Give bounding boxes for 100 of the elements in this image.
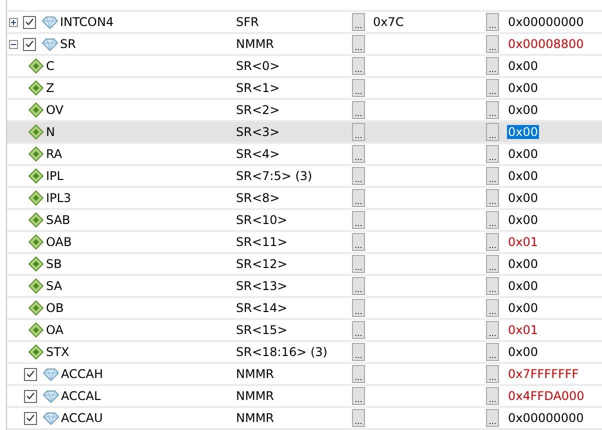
edit-button[interactable]: ... bbox=[486, 255, 499, 273]
diamond-icon bbox=[28, 278, 44, 294]
edit-button[interactable]: ... bbox=[352, 123, 365, 141]
edit-button[interactable]: ... bbox=[352, 79, 365, 97]
edit-button[interactable]: ... bbox=[352, 13, 365, 31]
register-row[interactable]: ACCAH NMMR ... ... 0x7FFFFFFF bbox=[7, 364, 602, 386]
register-type: NMMR bbox=[236, 389, 276, 403]
edit-button[interactable]: ... bbox=[352, 57, 365, 75]
edit-button[interactable]: ... bbox=[486, 277, 499, 295]
edit-button[interactable]: ... bbox=[486, 57, 499, 75]
edit-button[interactable]: ... bbox=[486, 211, 499, 229]
register-value[interactable]: 0x00 bbox=[507, 59, 540, 73]
register-type: SR<11> bbox=[236, 235, 288, 249]
diamond-icon bbox=[28, 212, 44, 228]
register-row[interactable]: IPL3 SR<8> ... ... 0x00 bbox=[7, 188, 602, 210]
edit-button[interactable]: ... bbox=[486, 409, 499, 427]
register-value[interactable]: 0x00000000 bbox=[507, 15, 585, 29]
register-row[interactable]: C SR<0> ... ... 0x00 bbox=[7, 56, 602, 78]
edit-button[interactable]: ... bbox=[352, 277, 365, 295]
register-type: SR<15> bbox=[236, 323, 288, 337]
edit-button[interactable]: ... bbox=[352, 387, 365, 405]
register-value[interactable]: 0x00 bbox=[507, 125, 540, 139]
register-value[interactable]: 0x00 bbox=[507, 103, 540, 117]
register-row[interactable]: OAB SR<11> ... ... 0x01 bbox=[7, 232, 602, 254]
register-row[interactable]: OV SR<2> ... ... 0x00 bbox=[7, 100, 602, 122]
edit-button[interactable]: ... bbox=[352, 343, 365, 361]
edit-button[interactable]: ... bbox=[486, 321, 499, 339]
edit-button[interactable]: ... bbox=[352, 255, 365, 273]
register-value[interactable]: 0x00000000 bbox=[507, 411, 585, 425]
register-row[interactable]: STX SR<18:16> (3) ... ... 0x00 bbox=[7, 342, 602, 364]
register-row[interactable]: RA SR<4> ... ... 0x00 bbox=[7, 144, 602, 166]
register-value[interactable]: 0x00008800 bbox=[507, 37, 585, 51]
register-type: NMMR bbox=[236, 367, 276, 381]
edit-button[interactable]: ... bbox=[486, 299, 499, 317]
register-value[interactable]: 0x00 bbox=[507, 147, 540, 161]
checkbox[interactable] bbox=[23, 38, 36, 50]
register-value[interactable]: 0x00 bbox=[507, 191, 540, 205]
diamond-icon bbox=[28, 256, 44, 272]
edit-button[interactable]: ... bbox=[352, 299, 365, 317]
register-row[interactable]: SA SR<13> ... ... 0x00 bbox=[7, 276, 602, 298]
edit-button[interactable]: ... bbox=[486, 101, 499, 119]
register-value[interactable]: 0x01 bbox=[507, 323, 540, 337]
register-value[interactable]: 0x00 bbox=[507, 301, 540, 315]
register-row[interactable]: N SR<3> ... ... 0x00 bbox=[7, 122, 602, 144]
edit-button[interactable]: ... bbox=[486, 123, 499, 141]
register-row[interactable]: OA SR<15> ... ... 0x01 bbox=[7, 320, 602, 342]
register-value[interactable]: 0x00 bbox=[507, 169, 540, 183]
register-value[interactable]: 0x01 bbox=[507, 235, 540, 249]
edit-button[interactable]: ... bbox=[486, 365, 499, 383]
register-row[interactable]: SAB SR<10> ... ... 0x00 bbox=[7, 210, 602, 232]
checkbox[interactable] bbox=[24, 412, 37, 424]
edit-button[interactable]: ... bbox=[352, 321, 365, 339]
edit-button[interactable]: ... bbox=[352, 189, 365, 207]
checkbox[interactable] bbox=[23, 16, 36, 28]
edit-button[interactable]: ... bbox=[486, 145, 499, 163]
edit-button[interactable]: ... bbox=[352, 409, 365, 427]
edit-button[interactable]: ... bbox=[486, 13, 499, 31]
edit-button[interactable]: ... bbox=[352, 101, 365, 119]
register-value[interactable]: 0x00 bbox=[507, 213, 540, 227]
register-type: SR<7:5> (3) bbox=[236, 169, 314, 183]
edit-button[interactable]: ... bbox=[486, 343, 499, 361]
edit-button[interactable]: ... bbox=[486, 167, 499, 185]
register-row[interactable]: Z SR<1> ... ... 0x00 bbox=[7, 78, 602, 100]
register-row[interactable]: OB SR<14> ... ... 0x00 bbox=[7, 298, 602, 320]
register-value[interactable]: 0x7FFFFFFF bbox=[507, 367, 580, 381]
register-value[interactable]: 0x4FFDA000 bbox=[507, 389, 586, 403]
edit-button[interactable]: ... bbox=[486, 233, 499, 251]
register-value[interactable]: 0x00 bbox=[507, 279, 540, 293]
edit-button[interactable]: ... bbox=[486, 189, 499, 207]
register-row[interactable]: IPL SR<7:5> (3) ... ... 0x00 bbox=[7, 166, 602, 188]
register-row[interactable]: INTCON4 SFR ... 0x7C ... 0x00000000 bbox=[7, 12, 602, 34]
edit-button[interactable]: ... bbox=[352, 233, 365, 251]
edit-button[interactable]: ... bbox=[352, 365, 365, 383]
checkbox[interactable] bbox=[24, 368, 37, 380]
edit-button[interactable]: ... bbox=[352, 167, 365, 185]
edit-button[interactable]: ... bbox=[486, 387, 499, 405]
edit-button[interactable]: ... bbox=[352, 211, 365, 229]
gem-icon bbox=[42, 16, 58, 28]
expand-icon[interactable] bbox=[9, 18, 18, 26]
diamond-icon bbox=[28, 102, 44, 118]
edit-button[interactable]: ... bbox=[486, 79, 499, 97]
edit-button[interactable]: ... bbox=[486, 35, 499, 53]
register-name: OB bbox=[46, 301, 64, 315]
register-row[interactable]: SB SR<12> ... ... 0x00 bbox=[7, 254, 602, 276]
register-row[interactable]: SR NMMR ... ... 0x00008800 bbox=[7, 34, 602, 56]
register-value[interactable]: 0x00 bbox=[507, 257, 540, 271]
register-name: STX bbox=[46, 345, 70, 359]
diamond-icon bbox=[28, 58, 44, 74]
register-name: OV bbox=[46, 103, 64, 117]
edit-button[interactable]: ... bbox=[352, 35, 365, 53]
register-name: SB bbox=[46, 257, 62, 271]
diamond-icon bbox=[28, 190, 44, 206]
register-value[interactable]: 0x00 bbox=[507, 81, 540, 95]
register-row[interactable]: ACCAL NMMR ... ... 0x4FFDA000 bbox=[7, 386, 602, 408]
register-value[interactable]: 0x00 bbox=[507, 345, 540, 359]
checkbox[interactable] bbox=[24, 390, 37, 402]
register-row[interactable]: ACCAU NMMR ... ... 0x00000000 bbox=[7, 408, 602, 430]
register-type: SR<0> bbox=[236, 59, 281, 73]
collapse-icon[interactable] bbox=[9, 40, 18, 48]
edit-button[interactable]: ... bbox=[352, 145, 365, 163]
